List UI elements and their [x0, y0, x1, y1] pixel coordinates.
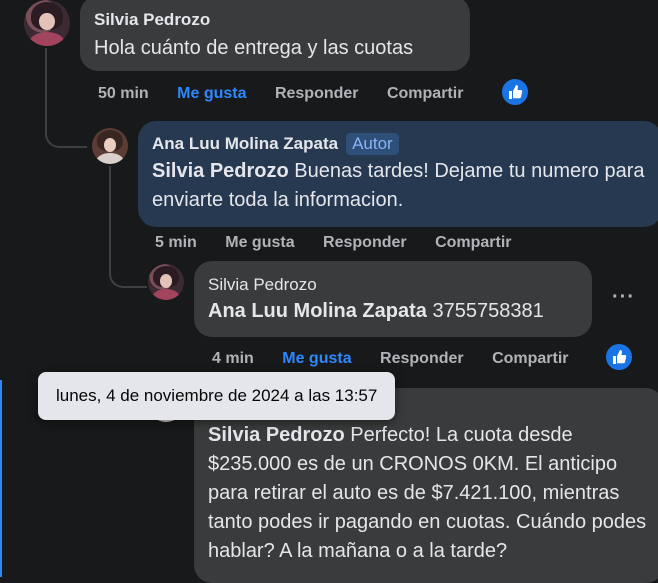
more-options-icon[interactable]: ··· — [612, 286, 635, 309]
reply-button[interactable]: Responder — [323, 234, 407, 251]
avatar[interactable] — [148, 264, 184, 300]
like-button[interactable]: Me gusta — [282, 350, 351, 367]
thread-line — [45, 48, 87, 148]
mention-link[interactable]: Silvia Pedrozo — [152, 160, 289, 182]
comment-author[interactable]: Silvia Pedrozo — [208, 275, 578, 295]
share-button[interactable]: Compartir — [387, 85, 463, 102]
like-reaction-icon[interactable] — [500, 77, 530, 107]
reply-button[interactable]: Responder — [275, 85, 359, 102]
author-badge: Autor — [346, 133, 399, 155]
comment-author[interactable]: Silvia Pedrozo — [94, 10, 456, 30]
comment-actions: 5 min Me gusta Responder Compartir — [155, 234, 536, 252]
comment-text: Hola cuánto de entrega y las cuotas — [94, 37, 414, 59]
comment-bubble: Silvia Pedrozo Ana Luu Molina Zapata 375… — [194, 261, 592, 337]
mention-link[interactable]: Ana Luu Molina Zapata — [208, 300, 427, 322]
comment-header: Ana Luu Molina Zapata Autor — [152, 133, 648, 155]
like-reaction-icon[interactable] — [604, 342, 634, 372]
avatar[interactable] — [24, 0, 70, 46]
comment-actions: 4 min Me gusta Responder Compartir — [212, 350, 593, 368]
mention-link[interactable]: Silvia Pedrozo — [208, 424, 345, 446]
reply-button[interactable]: Responder — [380, 350, 464, 367]
comment-text: Silvia Pedrozo Perfecto! La cuota desde … — [208, 421, 658, 566]
comment-time[interactable]: 4 min — [212, 350, 254, 367]
timestamp-tooltip: lunes, 4 de noviembre de 2024 a las 13:5… — [38, 372, 396, 420]
comment-text: Ana Luu Molina Zapata 3755758381 — [208, 297, 578, 326]
like-button[interactable]: Me gusta — [177, 85, 246, 102]
share-button[interactable]: Compartir — [492, 350, 568, 367]
focus-indicator — [0, 380, 2, 577]
avatar[interactable] — [92, 128, 128, 164]
comment-bubble-author: Ana Luu Molina Zapata Autor Silvia Pedroz… — [138, 121, 658, 227]
comment-bubble: Silvia Pedrozo Hola cuánto de entrega y … — [80, 0, 470, 71]
comment-body: 3755758381 — [426, 300, 544, 322]
like-button[interactable]: Me gusta — [225, 234, 294, 251]
comment-author[interactable]: Ana Luu Molina Zapata — [152, 134, 338, 153]
comment-text: Silvia Pedrozo Buenas tardes! Dejame tu … — [152, 157, 648, 215]
comment-time[interactable]: 5 min — [155, 234, 197, 251]
comment-actions: 50 min Me gusta Responder Compartir — [98, 85, 487, 103]
share-button[interactable]: Compartir — [435, 234, 511, 251]
comment-time[interactable]: 50 min — [98, 85, 149, 102]
